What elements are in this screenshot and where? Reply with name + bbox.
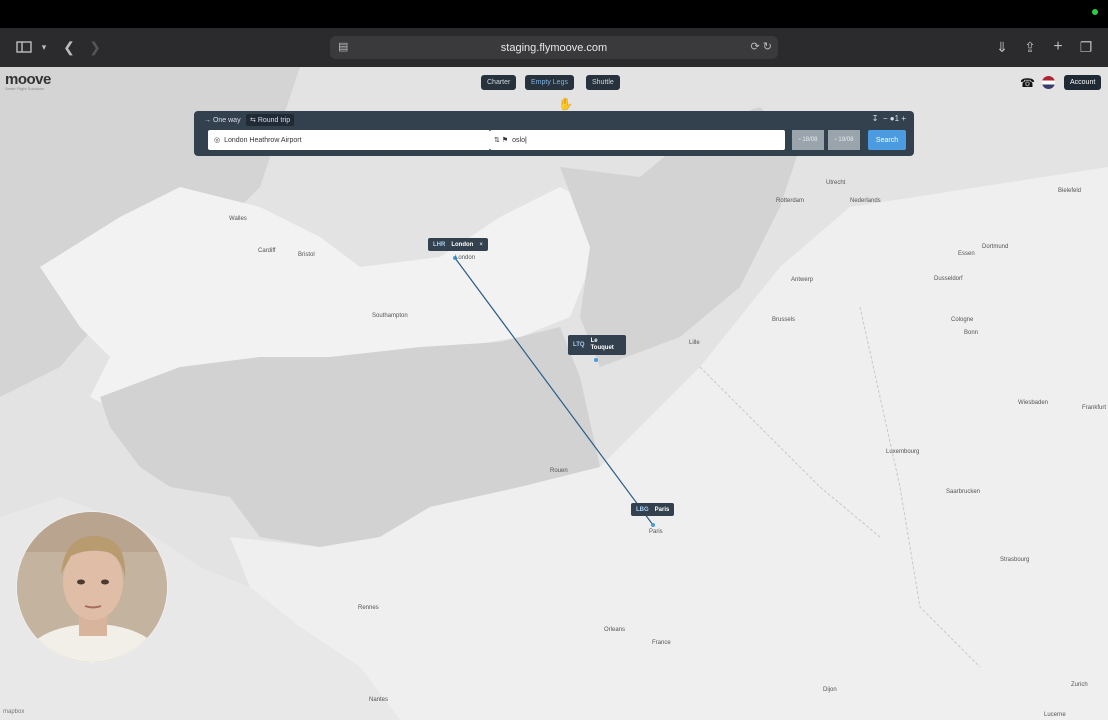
sidebar-icon[interactable] [14, 38, 34, 56]
map-basemap [0, 67, 1108, 720]
account-button[interactable]: Account [1064, 75, 1102, 90]
phone-icon[interactable]: ☎ [1020, 76, 1035, 90]
date-out-field[interactable]: ▫ 18/08 [792, 130, 824, 150]
place-label: Frankfurt [1082, 405, 1107, 411]
webcam-overlay [16, 511, 168, 663]
place-label: Zurich [1071, 682, 1088, 688]
forward-icon[interactable]: ❯ [88, 38, 102, 56]
trip-one-way[interactable]: → One way [200, 114, 245, 126]
map-attribution[interactable]: mapbox [3, 709, 24, 715]
place-label: Antwerp [791, 277, 814, 283]
us-flag-icon[interactable] [1042, 76, 1055, 89]
swap-icon[interactable]: ⇅ [494, 136, 500, 144]
translate-icon[interactable]: ⟳ ↻ [751, 40, 773, 53]
location-pin-icon: ◎ [214, 137, 221, 144]
download-icon[interactable]: ⇓ [994, 38, 1010, 56]
place-label: Bielefeld [1058, 188, 1082, 194]
place-label: Utrecht [826, 180, 846, 186]
date-return-field[interactable]: ▫ 19/08 [828, 130, 860, 150]
place-label: Essen [958, 251, 975, 257]
recording-indicator-icon [1092, 9, 1098, 15]
place-label: Southampton [372, 313, 408, 319]
place-label: Walles [229, 216, 247, 222]
place-label: Cardiff [258, 248, 276, 254]
share-icon[interactable]: ⇪ [1022, 38, 1038, 56]
tabs-overview-icon[interactable]: ❐ [1078, 38, 1094, 56]
place-label: Dusseldorf [934, 276, 963, 282]
place-label: Brussels [772, 317, 796, 323]
address-bar[interactable]: ▤ staging.flymoove.com ⟳ ↻ [330, 36, 778, 59]
place-label: Nantes [369, 697, 389, 703]
new-tab-icon[interactable]: + [1050, 38, 1066, 56]
flag-icon: ⚑ [501, 137, 509, 144]
url-text: staging.flymoove.com [500, 41, 608, 54]
marker-lbg[interactable]: LBG Paris [631, 503, 675, 516]
from-field[interactable]: ◎ London Heathrow Airport [208, 130, 490, 150]
place-label: Nederlands [850, 198, 881, 204]
moove-logo[interactable]: moove Smart Flight Solutions [5, 71, 51, 91]
nav-shuttle[interactable]: Shuttle [586, 75, 620, 90]
os-menu-bar [0, 0, 1108, 28]
chevron-down-icon[interactable]: ▾ [38, 38, 50, 56]
search-button[interactable]: Search [868, 130, 906, 150]
search-panel: → One way ⇆ Round trip ↧ − ●1 + ◎ London… [194, 111, 914, 156]
trip-round-trip[interactable]: ⇆ Round trip [246, 114, 295, 126]
place-label: Saarbrucken [946, 489, 981, 495]
marker-lhr[interactable]: LHR London × [428, 238, 488, 251]
place-label: Cologne [951, 317, 974, 323]
place-label: Bonn [964, 330, 979, 336]
place-label: Orleans [604, 627, 626, 633]
presenter-avatar [17, 512, 167, 662]
place-label: Rouen [550, 468, 568, 474]
place-label: France [652, 640, 671, 646]
marker-ltq[interactable]: LTQ Le Touquet [568, 335, 626, 355]
place-label: Lille [689, 340, 700, 346]
nav-charter[interactable]: Charter [481, 75, 517, 90]
place-label: Dortmund [982, 244, 1009, 250]
cursor-hand-icon: ✋ [558, 97, 573, 111]
browser-toolbar: ▾ ❮ ❯ ▤ staging.flymoove.com ⟳ ↻ ⇓ ⇪ + ❐ [0, 28, 1108, 67]
place-label: Bristol [298, 252, 315, 258]
close-icon[interactable]: × [479, 242, 483, 248]
place-label: Strasbourg [1000, 557, 1030, 563]
passenger-stepper[interactable]: ↧ − ●1 + [872, 114, 906, 123]
back-icon[interactable]: ❮ [62, 38, 76, 56]
place-label: Rotterdam [776, 198, 805, 204]
place-label: London [455, 255, 476, 261]
nav-empty-legs[interactable]: Empty Legs [525, 75, 574, 90]
tab-icon: ▤ [338, 41, 349, 53]
place-label: Luxembourg [886, 449, 920, 455]
map-canvas[interactable]: moove Smart Flight Solutions Charter Emp… [0, 67, 1108, 720]
place-label: Wiesbaden [1018, 400, 1049, 406]
to-field[interactable]: ⇅ ⚑ oslo | [490, 130, 785, 150]
place-label: Paris [649, 529, 663, 535]
place-label: Lucerne [1044, 712, 1066, 718]
place-label: Dijon [823, 687, 837, 693]
place-label: Rennes [358, 605, 379, 611]
